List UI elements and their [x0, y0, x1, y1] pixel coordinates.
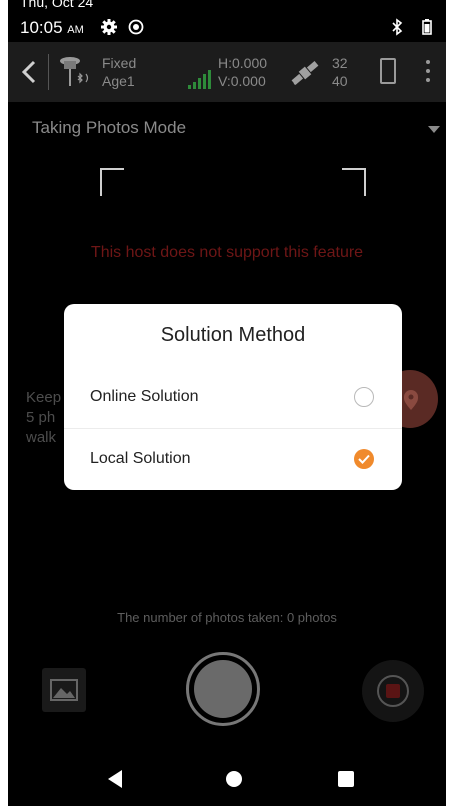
option-online-solution[interactable]: Online Solution: [64, 368, 402, 428]
option-label: Local Solution: [90, 450, 191, 467]
chevron-down-icon: [428, 126, 440, 133]
hint-line: Keep: [26, 389, 62, 406]
record-button[interactable]: [362, 660, 424, 722]
signal-strength-icon: [188, 70, 211, 89]
mode-label: Taking Photos Mode: [32, 118, 187, 137]
hint-text: Keep 5 ph walk: [26, 388, 61, 448]
nav-recents-button[interactable]: [338, 771, 354, 787]
radio-unchecked-icon[interactable]: [354, 387, 374, 407]
status-clock: 10:05: [20, 18, 63, 37]
nav-back-button[interactable]: [108, 770, 122, 788]
stop-icon: [386, 684, 400, 698]
device-battery-icon[interactable]: [380, 58, 396, 84]
more-options-button[interactable]: [422, 60, 434, 86]
divider: [64, 428, 402, 429]
photo-count: The number of photos taken: 0 photos: [117, 610, 337, 625]
image-icon: [50, 679, 78, 701]
battery-icon: [422, 19, 432, 35]
location-target-icon: [128, 19, 144, 35]
mode-dropdown[interactable]: Taking Photos Mode: [8, 112, 446, 146]
fix-status: Fixed: [102, 55, 137, 71]
viewfinder-corner-top-left: [100, 168, 124, 196]
satellite-icon[interactable]: [288, 56, 322, 90]
hint-line: walk: [26, 429, 57, 446]
horizontal-precision: H:0.000: [218, 55, 268, 71]
shutter-inner: [194, 660, 252, 718]
nav-home-button[interactable]: [226, 771, 242, 787]
solution-method-dialog: Solution Method Online Solution Local So…: [64, 304, 402, 490]
status-ampm: AM: [67, 24, 84, 36]
status-bar: Thu, Oct 24 10:05 AM: [8, 0, 446, 42]
checkmark-icon: [358, 454, 370, 464]
hint-line: 5 ph: [26, 409, 56, 426]
satellites-used: 32: [332, 55, 348, 71]
bluetooth-icon: [392, 18, 403, 36]
option-local-solution[interactable]: Local Solution: [64, 430, 402, 490]
unsupported-warning: This host does not support this feature: [90, 244, 364, 261]
map-pin-icon: [404, 390, 418, 410]
back-button[interactable]: [16, 54, 44, 90]
status-time: 10:05 AM: [20, 18, 84, 38]
fix-age: Age1: [102, 73, 135, 89]
vertical-precision: V:0.000: [218, 73, 266, 89]
option-label: Online Solution: [90, 388, 199, 405]
gnss-receiver-icon[interactable]: [56, 52, 96, 92]
phone-screen: Thu, Oct 24 10:05 AM Fixed Age1 H:0.000 …: [8, 0, 446, 806]
satellites-visible: 40: [332, 73, 348, 89]
dialog-title: Solution Method: [160, 324, 306, 346]
toolbar-divider: [48, 54, 49, 90]
toolbar: Fixed Age1 H:0.000 V:0.000 32 40: [8, 42, 446, 102]
shutter-button[interactable]: [186, 652, 260, 726]
navigation-bar: [8, 752, 446, 806]
radio-checked-icon[interactable]: [354, 449, 374, 469]
viewfinder-corner-top-right: [342, 168, 366, 196]
gear-icon: [101, 19, 117, 35]
status-date: Thu, Oct 24: [20, 0, 94, 10]
gallery-button[interactable]: [42, 668, 86, 712]
